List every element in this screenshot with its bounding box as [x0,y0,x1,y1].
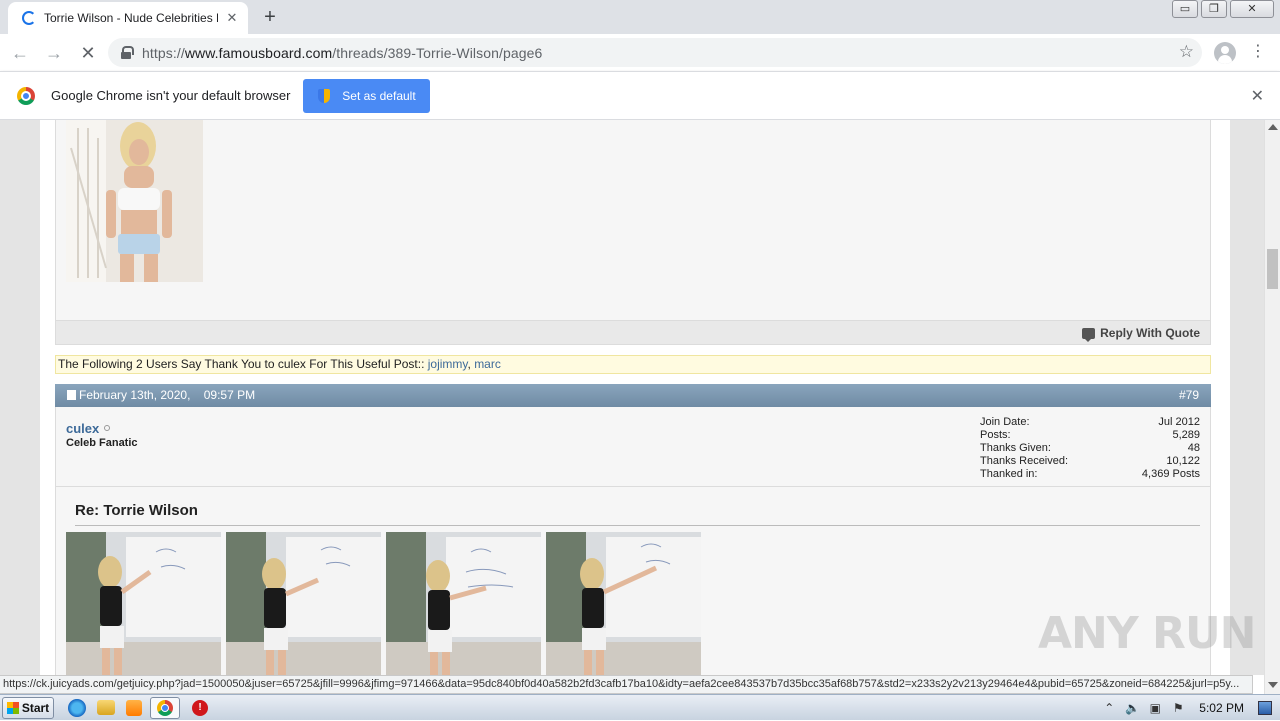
quote-bubble-icon [1082,327,1096,342]
page-viewport: Reply With Quote The Following 2 Users S… [0,120,1264,675]
network-icon[interactable]: ▣ [1148,701,1162,715]
anyrun-watermark: ANY RUN [1038,608,1256,659]
username-link[interactable]: culex [66,421,111,436]
volume-icon[interactable]: 🔈 [1125,701,1140,715]
user-title: Celeb Fanatic [66,437,138,449]
thumbnail-gallery [66,532,706,675]
post-date: February 13th, 2020, [79,388,191,402]
post-time: 09:57 PM [203,388,256,402]
thanks-text: The Following 2 Users Say Thank You to c… [58,357,428,371]
lock-icon [120,45,134,60]
forward-arrow-icon[interactable]: → [40,39,68,67]
tab-close-button[interactable]: ✕ [224,10,240,26]
reply-with-quote-button[interactable]: Reply With Quote [1082,326,1200,342]
post-footer: Reply With Quote [56,320,1210,344]
window-controls: ▭ ❐ ✕ [1169,0,1274,18]
start-label: Start [21,700,50,715]
clock[interactable]: 5:02 PM [1199,701,1244,715]
new-tab-button[interactable]: + [258,5,282,29]
stat-row: Thanked in: 4,369 Posts [980,468,1200,480]
stop-sign-icon[interactable]: ! [192,699,208,716]
stat-row: Thanks Received: 10,122 [980,455,1200,467]
photo-thumbnail[interactable] [226,532,381,675]
stat-row: Thanks Given: 48 [980,442,1200,454]
taskbar-chrome-button[interactable] [150,696,180,719]
action-center-flag-icon[interactable]: ⚑ [1171,701,1185,715]
loading-spinner-icon [22,11,36,25]
forum-post: Reply With Quote [55,120,1211,345]
windows-taskbar: Start ! ⌃ 🔈 ▣ ⚑ 5:02 PM [0,694,1280,720]
chrome-logo-icon [17,86,35,105]
post-title: Re: Torrie Wilson [75,502,1200,526]
photo-thumbnail[interactable] [386,532,541,675]
system-tray: ⌃ 🔈 ▣ ⚑ 5:02 PM [1093,695,1280,721]
url-text: https://www.famousboard.com/threads/389-… [142,44,543,61]
vertical-scrollbar[interactable] [1264,120,1280,694]
attached-photo[interactable] [66,120,203,282]
thanks-bar: The Following 2 Users Say Thank You to c… [55,355,1211,374]
photo-thumbnail[interactable] [546,532,701,675]
post-number-link[interactable]: #79 [1179,384,1199,407]
window-close-button[interactable]: ✕ [1230,0,1274,18]
thanks-user-link[interactable]: marc [474,357,501,371]
thanks-user-link[interactable]: jojimmy [428,357,468,371]
offline-status-icon [104,425,111,431]
infobar-close-button[interactable]: ✕ [1251,86,1264,106]
link-status-bubble: https://ck.juicyads.com/getjuicy.php?jad… [0,675,1253,694]
post-header: February 13th, 2020, 09:57 PM #79 [55,384,1211,407]
tab-title: Torrie Wilson - Nude Celebrities Foru [44,11,218,25]
infobar-message: Google Chrome isn't your default browser [51,88,291,103]
stat-row: Join Date: Jul 2012 [980,416,1200,428]
post-document-icon [67,390,76,400]
set-as-default-label: Set as default [342,88,416,103]
uac-shield-icon [318,88,331,103]
chrome-icon [157,699,173,716]
windows-flag-icon [6,701,19,714]
user-stats: Join Date: Jul 2012 Posts: 5,289 Thanks Gi… [980,416,1200,481]
reply-with-quote-label: Reply With Quote [1100,326,1200,340]
back-arrow-icon[interactable]: ← [6,39,34,67]
stat-row: Posts: 5,289 [980,429,1200,441]
show-hidden-icons-icon[interactable]: ⌃ [1102,701,1116,715]
post-body: Re: Torrie Wilson [56,488,1210,675]
stop-loading-icon[interactable]: ✕ [74,39,102,67]
file-explorer-icon[interactable] [97,700,115,715]
media-player-icon[interactable] [126,699,142,716]
default-browser-infobar: Google Chrome isn't your default browser… [0,71,1280,120]
bookmark-star-icon[interactable]: ☆ [1179,42,1194,62]
user-info-panel: culex Celeb Fanatic Join Date: Jul 2012 P… [56,407,1210,487]
start-button[interactable]: Start [2,696,54,719]
restore-button[interactable]: ❐ [1201,0,1227,18]
show-desktop-button[interactable] [1258,701,1272,715]
scrollbar-thumb[interactable] [1267,249,1278,289]
profile-avatar-icon[interactable] [1214,42,1236,64]
photo-thumbnail[interactable] [66,532,221,675]
browser-toolbar: ← → ✕ https://www.famousboard.com/thread… [0,34,1280,71]
forum-content: Reply With Quote The Following 2 Users S… [40,120,1230,675]
browser-tab[interactable]: Torrie Wilson - Nude Celebrities Foru ✕ [8,2,248,34]
kebab-menu-icon[interactable]: ⋮ [1250,40,1266,64]
scroll-up-arrow-icon[interactable] [1268,124,1278,130]
set-as-default-button[interactable]: Set as default [303,78,431,113]
internet-explorer-icon[interactable] [68,698,86,717]
minimize-button[interactable]: ▭ [1172,0,1198,18]
scroll-down-arrow-icon[interactable] [1268,682,1278,688]
tab-strip: Torrie Wilson - Nude Celebrities Foru ✕ … [0,0,1280,34]
address-bar[interactable]: https://www.famousboard.com/threads/389-… [108,38,1202,67]
